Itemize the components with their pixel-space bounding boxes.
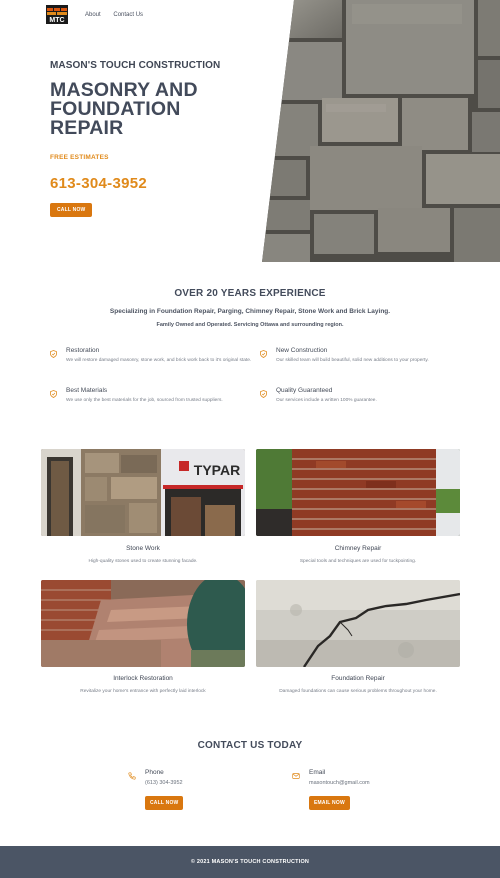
foundation-repair-photo bbox=[256, 580, 460, 667]
contact-call-now-button[interactable]: CALL NOW bbox=[145, 796, 184, 810]
feature-description: We will restore damaged masonry, stone w… bbox=[66, 358, 252, 363]
feature-description: Our services include a written 100% guar… bbox=[276, 398, 377, 403]
feature-title: Best Materials bbox=[66, 387, 108, 394]
shield-icon bbox=[260, 390, 267, 398]
chimney-repair-photo bbox=[256, 449, 460, 536]
email-icon bbox=[292, 773, 300, 779]
nav-link-about[interactable]: About bbox=[85, 12, 101, 18]
contact-title: CONTACT US TODAY bbox=[197, 740, 303, 751]
experience-subtitle-2: Family Owned and Operated. Servicing Ott… bbox=[156, 322, 344, 328]
free-estimates-label: FREE ESTIMATES bbox=[50, 154, 109, 161]
svg-text:MTC: MTC bbox=[49, 17, 64, 24]
footer-copyright: © 2021 MASON'S TOUCH CONSTRUCTION bbox=[190, 859, 310, 865]
experience-subtitle: Specializing in Foundation Repair, Pargi… bbox=[109, 308, 391, 315]
experience-title: OVER 20 YEARS EXPERIENCE bbox=[174, 288, 326, 299]
email-value[interactable]: masontouch@gmail.com bbox=[309, 780, 370, 786]
shield-icon bbox=[260, 350, 267, 358]
nav-link-contact[interactable]: Contact Us bbox=[113, 12, 143, 18]
gallery-card-description: High-quality stones used to create stunn… bbox=[88, 559, 198, 564]
gallery-card-title: Stone Work bbox=[126, 545, 160, 552]
mtc-logo-icon[interactable]: MTC bbox=[46, 5, 68, 24]
experience-section: OVER 20 YEARS EXPERIENCE Specializing in… bbox=[0, 288, 500, 328]
phone-value[interactable]: (613) 304-3952 bbox=[145, 780, 183, 786]
hero-title: MASONRY AND FOUNDATION REPAIR bbox=[50, 80, 260, 139]
contact-email-block: Email masontouch@gmail.com EMAIL NOW bbox=[292, 769, 452, 819]
shield-icon bbox=[50, 390, 57, 398]
shield-icon bbox=[50, 350, 57, 358]
top-nav: About Contact Us bbox=[85, 12, 154, 18]
email-title: Email bbox=[309, 769, 326, 776]
feature-title: Restoration bbox=[66, 347, 100, 354]
interlock-restoration-photo bbox=[41, 580, 245, 667]
hero-title-line-3: REPAIR bbox=[50, 117, 124, 139]
gallery-card-description: Damaged foundations can cause serious pr… bbox=[279, 689, 437, 694]
gallery-card-title: Foundation Repair bbox=[331, 675, 385, 682]
hero-phone-number[interactable]: 613-304-3952 bbox=[50, 175, 260, 192]
feature-title: New Construction bbox=[276, 347, 328, 354]
company-name: MASON'S TOUCH CONSTRUCTION bbox=[50, 60, 221, 71]
hero-section: MTC About Contact Us MASON'S TOUCH CONST… bbox=[0, 0, 500, 262]
gallery-card-description: Revitalize your home's entrance with per… bbox=[80, 689, 206, 694]
typar-wrap-text: TYPAR bbox=[194, 462, 240, 478]
hero-text-block: MASON'S TOUCH CONSTRUCTION MASONRY AND F… bbox=[50, 60, 260, 217]
feature-description: Our skilled team will build beautiful, s… bbox=[276, 358, 429, 363]
gallery-card-title: Interlock Restoration bbox=[113, 675, 173, 682]
footer: © 2021 MASON'S TOUCH CONSTRUCTION bbox=[0, 846, 500, 878]
stone-wall-photo bbox=[262, 0, 500, 262]
contact-email-now-button[interactable]: EMAIL NOW bbox=[309, 796, 350, 810]
phone-icon bbox=[128, 772, 136, 780]
gallery-card-title: Chimney Repair bbox=[334, 545, 382, 552]
feature-description: We use only the best materials for the j… bbox=[66, 398, 223, 403]
phone-title: Phone bbox=[145, 769, 164, 776]
feature-title: Quality Guaranteed bbox=[276, 387, 333, 394]
gallery-card-description: Special tools and techniques are used fo… bbox=[299, 559, 417, 564]
stone-work-photo: TYPAR bbox=[41, 449, 245, 536]
contact-phone-block: Phone (613) 304-3952 CALL NOW bbox=[128, 769, 268, 819]
hero-call-now-button[interactable]: CALL NOW bbox=[50, 203, 93, 217]
